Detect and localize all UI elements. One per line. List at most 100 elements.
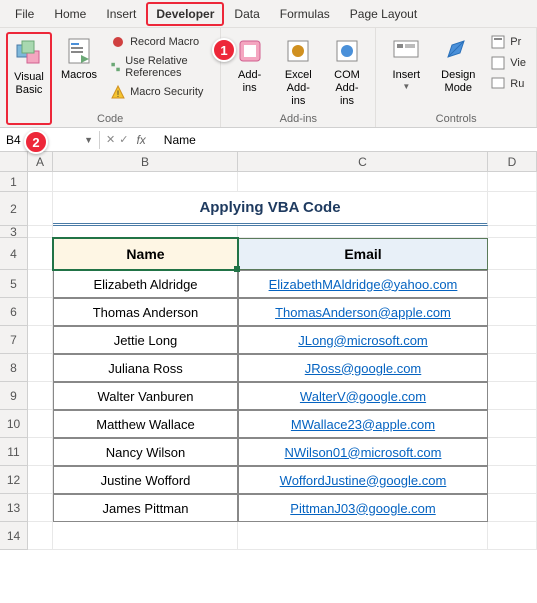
cell-A10[interactable] [28,410,53,438]
row-header-14[interactable]: 14 [0,522,28,550]
cell-C6[interactable]: ThomasAnderson@apple.com [238,298,488,326]
row-header-2[interactable]: 2 [0,192,28,226]
cell-D7[interactable] [488,326,537,354]
cell-B9[interactable]: Walter Vanburen [53,382,238,410]
view-code-button[interactable]: Vie [486,53,530,73]
cell-B12[interactable]: Justine Wofford [53,466,238,494]
accept-formula-icon[interactable]: ✓ [119,133,128,146]
run-dialog-button[interactable]: Ru [486,74,530,94]
cell-A4[interactable] [28,238,53,270]
cell-A6[interactable] [28,298,53,326]
title-cell[interactable]: Applying VBA Code [53,192,488,226]
cell-C13[interactable]: PittmanJ03@google.com [238,494,488,522]
cell-D10[interactable] [488,410,537,438]
cell-A9[interactable] [28,382,53,410]
cell-B6[interactable]: Thomas Anderson [53,298,238,326]
col-header-A[interactable]: A [28,152,53,171]
cell-B10[interactable]: Matthew Wallace [53,410,238,438]
col-header-D[interactable]: D [488,152,537,171]
menu-home[interactable]: Home [44,2,96,26]
name-box-dropdown-icon[interactable]: ▼ [84,135,93,145]
cell-D4[interactable] [488,238,537,270]
formula-content[interactable]: Name [154,133,196,147]
cell-A3[interactable] [28,226,53,238]
row-header-12[interactable]: 12 [0,466,28,494]
use-relative-button[interactable]: Use Relative References [106,53,214,81]
com-addins-button[interactable]: COM Add-ins [325,32,370,125]
cell-C12[interactable]: WoffordJustine@google.com [238,466,488,494]
row-header-4[interactable]: 4 [0,238,28,270]
cell-D9[interactable] [488,382,537,410]
cancel-formula-icon[interactable]: ✕ [106,133,115,146]
name-box[interactable]: B4 ▼ [0,131,100,149]
record-macro-button[interactable]: Record Macro [106,32,214,52]
col-header-C[interactable]: C [238,152,488,171]
cell-A12[interactable] [28,466,53,494]
cell-D14[interactable] [488,522,537,550]
excel-addins-button[interactable]: Excel Add-ins [276,32,321,125]
row-header-9[interactable]: 9 [0,382,28,410]
cell-B13[interactable]: James Pittman [53,494,238,522]
cell-A2[interactable] [28,192,53,226]
cell-D12[interactable] [488,466,537,494]
cell-C4-email-header[interactable]: Email [238,238,488,270]
cell-A8[interactable] [28,354,53,382]
cell-D2[interactable] [488,192,537,226]
row-header-13[interactable]: 13 [0,494,28,522]
cell-A1[interactable] [28,172,53,192]
select-all-corner[interactable] [0,152,28,171]
ribbon-group-code: Visual Basic Macros Record Ma [0,28,221,127]
macros-button[interactable]: Macros [56,32,102,125]
menu-page-layout[interactable]: Page Layout [340,2,427,26]
cell-A7[interactable] [28,326,53,354]
row-header-7[interactable]: 7 [0,326,28,354]
cell-C1[interactable] [238,172,488,192]
row-header-8[interactable]: 8 [0,354,28,382]
properties-button[interactable]: Pr [486,32,530,52]
fx-icon[interactable]: fx [136,133,145,147]
cell-B14[interactable] [53,522,238,550]
menu-file[interactable]: File [5,2,44,26]
macro-security-button[interactable]: ! Macro Security [106,82,214,102]
menu-developer[interactable]: Developer [146,2,224,26]
menu-formulas[interactable]: Formulas [270,2,340,26]
cell-B7[interactable]: Jettie Long [53,326,238,354]
cell-D5[interactable] [488,270,537,298]
insert-control-button[interactable]: Insert ▼ [382,32,430,125]
design-mode-button[interactable]: Design Mode [434,32,482,125]
cell-A14[interactable] [28,522,53,550]
cell-C5[interactable]: ElizabethMAldridge@yahoo.com [238,270,488,298]
cell-C8[interactable]: JRoss@google.com [238,354,488,382]
cell-C3[interactable] [238,226,488,238]
visual-basic-button[interactable]: Visual Basic [6,32,52,125]
cell-C14[interactable] [238,522,488,550]
cell-B3[interactable] [53,226,238,238]
cell-A11[interactable] [28,438,53,466]
cell-C10[interactable]: MWallace23@apple.com [238,410,488,438]
cell-D3[interactable] [488,226,537,238]
cell-B4-name-header[interactable]: Name [53,238,238,270]
row-header-11[interactable]: 11 [0,438,28,466]
row-header-3[interactable]: 3 [0,226,28,238]
row-header-5[interactable]: 5 [0,270,28,298]
cell-A13[interactable] [28,494,53,522]
cell-D6[interactable] [488,298,537,326]
cell-B1[interactable] [53,172,238,192]
cell-C11[interactable]: NWilson01@microsoft.com [238,438,488,466]
menu-insert[interactable]: Insert [96,2,146,26]
cell-D8[interactable] [488,354,537,382]
cell-D11[interactable] [488,438,537,466]
row-header-10[interactable]: 10 [0,410,28,438]
cell-B11[interactable]: Nancy Wilson [53,438,238,466]
cell-A5[interactable] [28,270,53,298]
row-header-6[interactable]: 6 [0,298,28,326]
cell-B5[interactable]: Elizabeth Aldridge [53,270,238,298]
cell-C9[interactable]: WalterV@google.com [238,382,488,410]
row-header-1[interactable]: 1 [0,172,28,192]
cell-D1[interactable] [488,172,537,192]
col-header-B[interactable]: B [53,152,238,171]
cell-C7[interactable]: JLong@microsoft.com [238,326,488,354]
cell-B8[interactable]: Juliana Ross [53,354,238,382]
menu-data[interactable]: Data [224,2,269,26]
cell-D13[interactable] [488,494,537,522]
